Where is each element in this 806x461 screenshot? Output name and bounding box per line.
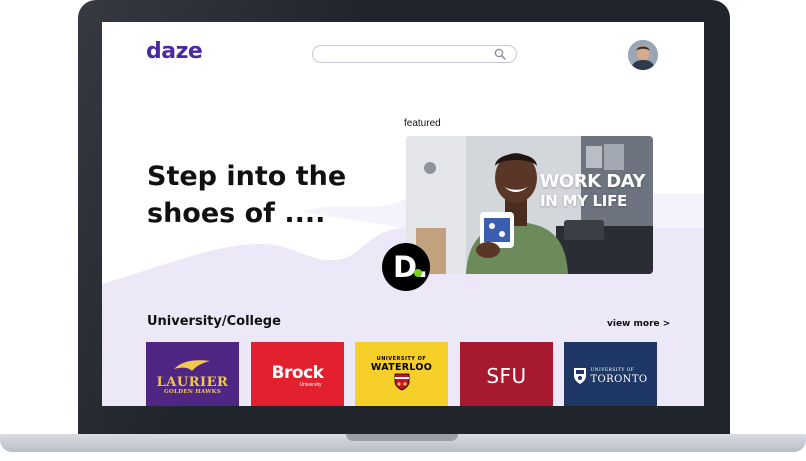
laurier-logo: LAURIER GOLDEN HAWKS [157, 357, 229, 396]
brock-wordmark: Brock [271, 362, 324, 383]
university-card-waterloo[interactable]: UNIVERSITY OF WATERLOO [355, 342, 448, 406]
hero-heading: Step into the shoes of .... [147, 161, 347, 229]
university-card-sfu[interactable]: SFU [460, 342, 553, 406]
channel-badge-dot [414, 269, 422, 277]
crest-icon [394, 373, 409, 391]
featured-label: featured [404, 118, 441, 129]
crest-icon [574, 368, 587, 384]
laptop-hinge-notch [346, 434, 458, 441]
avatar-image [628, 40, 658, 70]
brock-logo: Brock University [271, 362, 324, 388]
app-logo[interactable]: daze [146, 39, 203, 64]
user-avatar[interactable] [628, 40, 658, 70]
university-card-laurier[interactable]: LAURIER GOLDEN HAWKS [146, 342, 239, 406]
video-caption-line1: WORK DAY [539, 171, 646, 192]
search-input[interactable] [312, 45, 517, 63]
university-card-brock[interactable]: Brock University [251, 342, 344, 406]
search-icon[interactable] [494, 48, 506, 60]
featured-video-card[interactable]: WORK DAY IN MY LIFE [406, 136, 653, 274]
toronto-wordmark: TORONTO [590, 373, 648, 385]
view-more-link[interactable]: view more > [607, 319, 670, 329]
waterloo-logo: UNIVERSITY OF WATERLOO [371, 356, 432, 396]
channel-badge-letter: D. [393, 250, 429, 284]
hawk-icon [174, 359, 211, 371]
channel-badge[interactable]: D. [382, 243, 430, 291]
university-card-toronto[interactable]: UNIVERSITY OF TORONTO [564, 342, 657, 406]
laurier-subtitle: GOLDEN HAWKS [164, 388, 221, 395]
toronto-logo: UNIVERSITY OF TORONTO [573, 367, 647, 385]
waterloo-wordmark: WATERLOO [370, 362, 433, 373]
video-caption-line2: IN MY LIFE [539, 192, 627, 210]
section-title: University/College [147, 314, 281, 329]
sfu-wordmark: SFU [486, 364, 527, 388]
laurier-wordmark: LAURIER [156, 374, 229, 390]
video-caption: WORK DAY IN MY LIFE [539, 171, 646, 211]
laptop-screen: daze Step into the shoes of .... feature… [102, 22, 704, 406]
